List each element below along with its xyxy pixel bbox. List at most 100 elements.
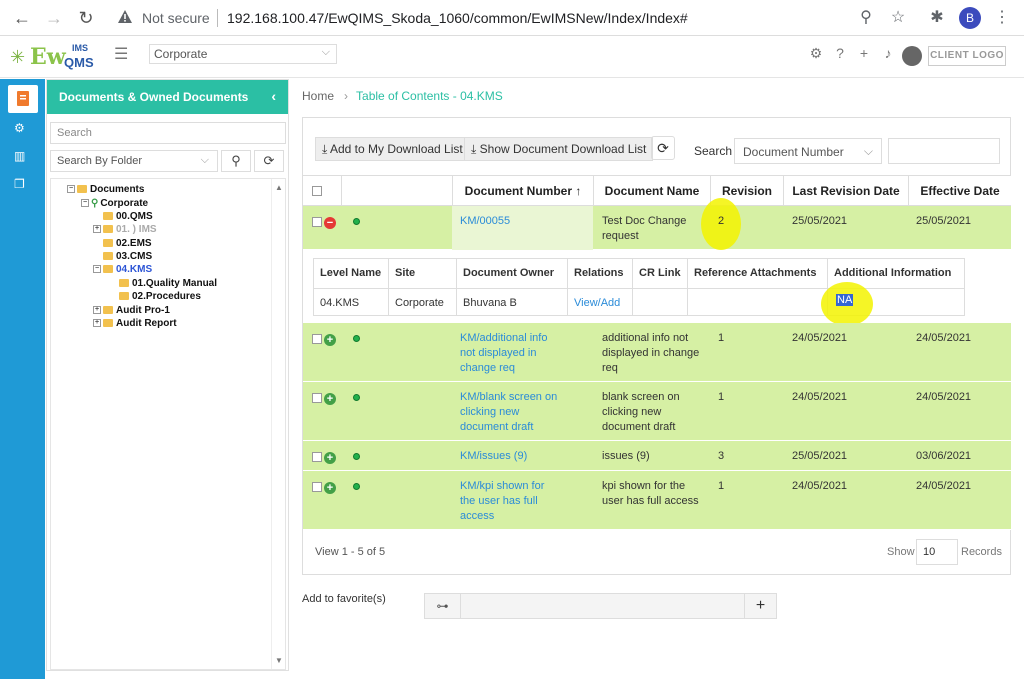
additional-info-value[interactable]: NA: [836, 294, 854, 306]
col-effective-date[interactable]: Effective Date: [908, 176, 1011, 206]
effective-date: 24/05/2021: [916, 391, 972, 403]
bell-icon[interactable]: ♪: [880, 45, 896, 61]
scroll-up-icon[interactable]: ▲: [275, 183, 283, 192]
tree-node[interactable]: + Audit Pro-1: [93, 305, 170, 316]
documents-nav-icon[interactable]: [8, 85, 38, 113]
expand-row-icon[interactable]: +: [324, 393, 336, 405]
zoom-icon[interactable]: ⚲: [857, 9, 875, 27]
tree-node[interactable]: − Documents: [67, 184, 144, 195]
building-nav-icon[interactable]: ▥: [14, 149, 25, 163]
status-dot: [353, 453, 360, 460]
client-logo: CLIENT LOGO: [928, 46, 1006, 66]
table-row: + KM/issues (9) issues (9) 3 25/05/2021 …: [303, 441, 1011, 471]
show-label: Show: [887, 546, 915, 558]
effective-date: 24/05/2021: [916, 480, 972, 492]
document-name: Test Doc Change request: [602, 215, 687, 242]
tree-node[interactable]: 02.Procedures: [119, 291, 201, 302]
grid-header: Document Number ↑ Document Name Revision…: [303, 175, 1011, 206]
pager-info: View 1 - 5 of 5: [315, 546, 386, 558]
scroll-down-icon[interactable]: ▼: [275, 656, 283, 665]
add-favorites-label: Add to favorite(s): [302, 593, 386, 605]
extensions-icon[interactable]: ✱: [928, 9, 946, 27]
row-checkbox[interactable]: [312, 334, 322, 344]
collapse-chevron-icon[interactable]: ‹: [271, 88, 276, 104]
add-favorite-button[interactable]: +: [744, 594, 776, 618]
document-number-link[interactable]: KM/issues (9): [460, 449, 560, 464]
chevron-down-icon: ⌵: [200, 154, 209, 166]
last-revision-date: 24/05/2021: [792, 332, 848, 344]
tree-search-button[interactable]: ⚲: [221, 150, 251, 172]
not-secure-label: Not secure: [142, 10, 210, 26]
document-owner: Bhuvana B: [457, 288, 568, 316]
app-header: ✳ Ew IMS QMS ☰ Corporate ⌵ ⚙ ? + ♪ CLIEN…: [0, 36, 1024, 78]
search-by-folder-select[interactable]: Search By Folder ⌵: [50, 150, 218, 172]
tree-node[interactable]: + Audit Report: [93, 318, 177, 329]
row-checkbox[interactable]: [312, 393, 322, 403]
tree-refresh-button[interactable]: ⟳: [254, 150, 284, 172]
expand-row-icon[interactable]: +: [324, 334, 336, 346]
tree-scrollbar[interactable]: ▲ ▼: [271, 179, 285, 669]
sitemap-icon[interactable]: ⊶: [425, 594, 461, 618]
tree-node-selected[interactable]: −04.KMS: [93, 264, 152, 275]
breadcrumb-current[interactable]: Table of Contents - 04.KMS: [356, 89, 503, 103]
tree-node[interactable]: +01. ) IMS: [93, 224, 157, 235]
site-select[interactable]: Corporate ⌵: [149, 44, 337, 64]
document-number-link[interactable]: KM/kpi shown for the user has full acces…: [460, 479, 560, 524]
document-number-link[interactable]: KM/additional info not displayed in chan…: [460, 331, 560, 376]
tree-node[interactable]: 01.Quality Manual: [119, 278, 217, 289]
copy-nav-icon[interactable]: ❐: [14, 177, 25, 191]
ewqims-logo[interactable]: ✳ Ew IMS QMS: [10, 41, 100, 71]
document-name: kpi shown for the user has full access: [602, 480, 699, 507]
row-checkbox[interactable]: [312, 452, 322, 462]
search-field-select[interactable]: Document Number ⌵: [734, 138, 882, 164]
status-dot: [353, 394, 360, 401]
expand-row-icon[interactable]: +: [324, 482, 336, 494]
help-icon[interactable]: ?: [832, 45, 848, 61]
sort-arrow-icon: ↑: [575, 184, 582, 198]
select-all-checkbox[interactable]: [312, 186, 322, 196]
last-revision-date: 24/05/2021: [792, 391, 848, 403]
documents-side-panel: Documents & Owned Documents ‹ Search Sea…: [46, 79, 289, 671]
collapse-row-icon[interactable]: −: [324, 217, 336, 229]
expand-row-icon[interactable]: +: [324, 452, 336, 464]
breadcrumb-home[interactable]: Home: [302, 89, 334, 103]
hamburger-icon[interactable]: ☰: [114, 44, 128, 64]
row-checkbox[interactable]: [312, 482, 322, 492]
row-detail-panel: Level Name Site Document Owner Relations…: [303, 250, 1011, 326]
tree-node[interactable]: 00.QMS: [103, 211, 153, 222]
warning-icon: [118, 10, 132, 23]
menu-kebab-icon[interactable]: ⋮: [993, 9, 1011, 27]
bookmark-star-icon[interactable]: ☆: [889, 9, 907, 27]
reload-icon[interactable]: ↻: [76, 8, 96, 28]
forward-icon[interactable]: →: [44, 8, 64, 28]
records-label: Records: [961, 546, 1002, 558]
settings-gear-icon[interactable]: ⚙: [808, 45, 824, 62]
relations-view-add-link[interactable]: View/Add: [568, 288, 633, 316]
search-input[interactable]: [888, 138, 1000, 164]
add-icon[interactable]: +: [856, 45, 872, 61]
add-to-download-button[interactable]: ⤓ Add to My Download List: [315, 137, 470, 161]
tree-node[interactable]: 03.CMS: [103, 251, 152, 262]
document-number-link[interactable]: KM/blank screen on clicking new document…: [460, 390, 560, 435]
documents-card: ⤓ Add to My Download List ⤓ Show Documen…: [302, 117, 1011, 575]
cr-link[interactable]: [633, 288, 688, 316]
sun-icon: ✳: [10, 47, 26, 67]
settings-nav-icon[interactable]: ⚙: [14, 121, 25, 135]
tree-node[interactable]: − ⚲ Corporate: [81, 198, 148, 209]
col-document-name[interactable]: Document Name: [593, 176, 710, 206]
reference-attachments[interactable]: [688, 288, 828, 316]
col-document-number[interactable]: Document Number ↑: [452, 176, 593, 206]
refresh-button[interactable]: ⟳: [651, 136, 675, 160]
address-bar[interactable]: 192.168.100.47/EwQIMS_Skoda_1060/common/…: [227, 10, 688, 26]
tree-search-input[interactable]: Search: [50, 122, 286, 144]
page-size-input[interactable]: 10: [916, 539, 958, 565]
back-icon[interactable]: ←: [12, 8, 32, 28]
table-row: + KM/kpi shown for the user has full acc…: [303, 471, 1011, 530]
tree-node[interactable]: 02.EMS: [103, 238, 152, 249]
user-avatar[interactable]: [902, 46, 922, 66]
profile-avatar[interactable]: B: [959, 7, 981, 29]
show-download-list-button[interactable]: ⤓ Show Document Download List: [464, 137, 654, 161]
document-number-link[interactable]: KM/00055: [460, 214, 580, 229]
col-last-revision-date[interactable]: Last Revision Date: [783, 176, 908, 206]
row-checkbox[interactable]: [312, 217, 322, 227]
